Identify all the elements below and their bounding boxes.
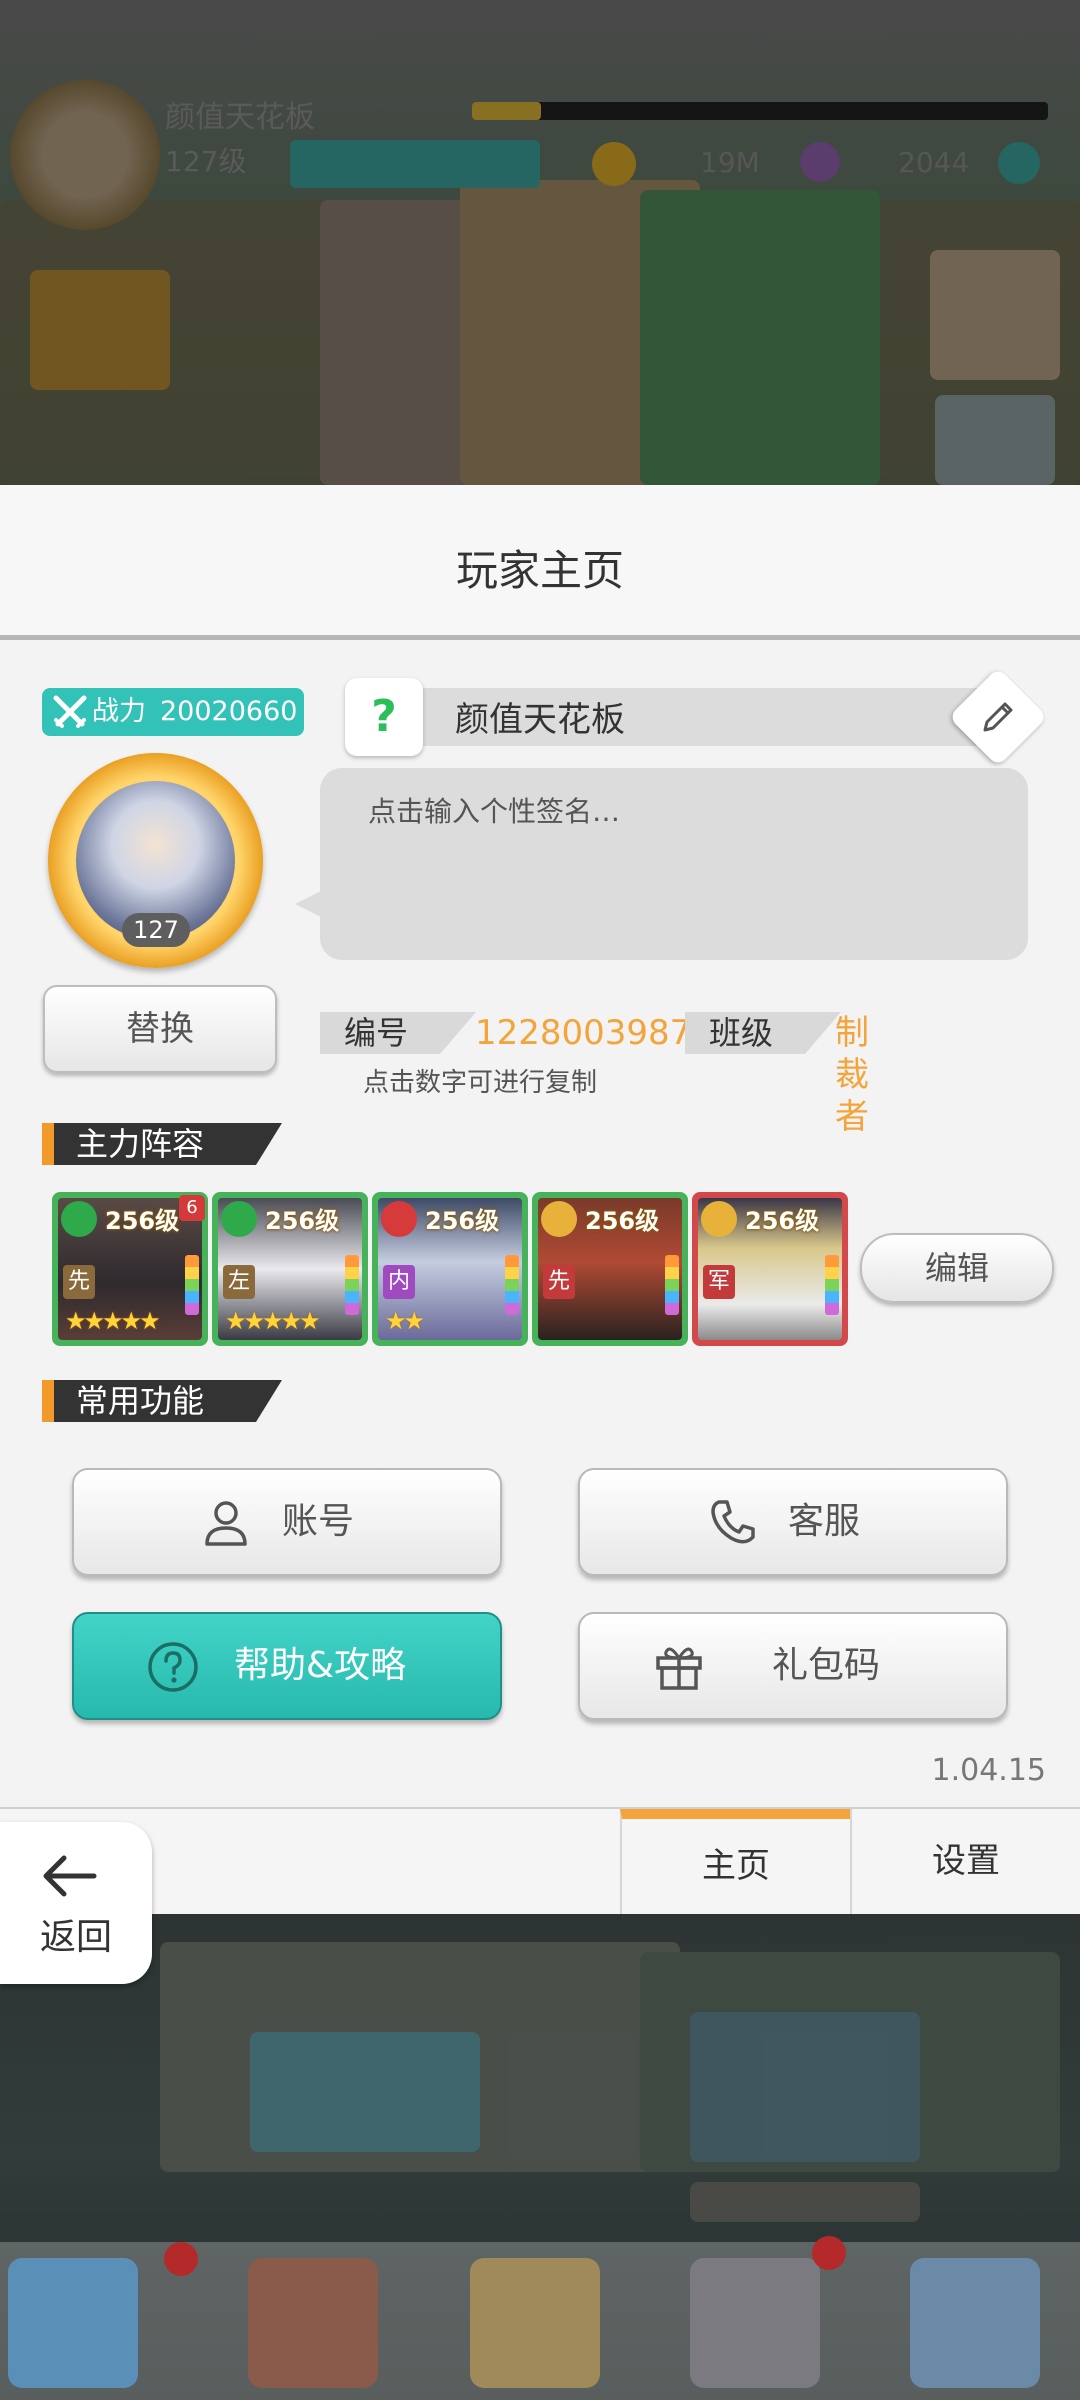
panel-tab-bar: 主页 设置	[0, 1807, 1080, 1914]
phone-icon	[711, 1500, 755, 1544]
hero-level: 256级	[265, 1207, 340, 1235]
hero-card[interactable]: 256级 军	[692, 1192, 848, 1346]
hero-stat-bars	[505, 1255, 519, 1315]
element-icon	[61, 1201, 97, 1237]
notification-dot	[164, 2242, 198, 2276]
class-value: 制裁者	[835, 1013, 869, 1137]
id-value[interactable]: 1228003987	[475, 1012, 691, 1054]
id-label: 编号	[320, 1012, 476, 1054]
hero-badge: 6	[179, 1195, 205, 1221]
element-icon	[541, 1201, 577, 1237]
hero-stars: ★★★★★	[225, 1307, 321, 1335]
power-label: 战力	[92, 696, 146, 727]
player-profile-panel: 玩家主页 战力 20020660 127 ? 颜值天花板 点击输入个性签名… 替…	[0, 485, 1080, 1914]
element-icon	[381, 1201, 417, 1237]
user-icon	[205, 1501, 247, 1546]
background-game-top: 颜值天花板 127级 19M 2044	[0, 0, 1080, 485]
edit-lineup-button[interactable]: 编辑	[860, 1233, 1054, 1303]
hero-position: 内	[383, 1265, 415, 1299]
account-label: 账号	[282, 1501, 355, 1542]
power-value: 20020660	[160, 696, 298, 727]
hero-stars: ★★	[385, 1307, 425, 1335]
hero-stat-bars	[665, 1255, 679, 1315]
arrow-left-icon	[43, 1855, 97, 1897]
hero-stat-bars	[825, 1255, 839, 1315]
hero-level: 256级	[745, 1207, 820, 1235]
lineup-title: 主力阵容	[54, 1123, 282, 1165]
element-icon	[221, 1201, 257, 1237]
customer-service-label: 客服	[788, 1501, 861, 1542]
gift-icon	[656, 1647, 702, 1690]
customer-service-button[interactable]: 客服	[578, 1468, 1008, 1576]
nav-shop-icon[interactable]	[248, 2258, 378, 2388]
version-text: 1.04.15	[931, 1753, 1046, 1788]
swap-avatar-button[interactable]: 替换	[43, 985, 277, 1073]
page-title: 玩家主页	[455, 546, 624, 595]
game-bottom-nav	[0, 2236, 1080, 2400]
element-icon	[701, 1201, 737, 1237]
hero-stat-bars	[345, 1255, 359, 1315]
hero-position: 左	[223, 1265, 255, 1299]
class-label: 班级	[685, 1012, 841, 1054]
power-badge: 战力 20020660	[42, 688, 304, 736]
crossed-swords-icon	[53, 695, 87, 728]
player-avatar[interactable]: 127	[48, 753, 263, 968]
help-guide-label: 帮助&攻略	[234, 1645, 407, 1686]
panel-header: 玩家主页	[0, 485, 1080, 640]
question-icon	[148, 1642, 198, 1692]
nav-home-icon[interactable]	[8, 2258, 138, 2388]
back-button[interactable]: 返回	[0, 1822, 152, 1984]
tab-home[interactable]: 主页	[620, 1809, 850, 1914]
signature-input[interactable]: 点击输入个性签名…	[320, 768, 1028, 960]
hero-level: 256级	[425, 1207, 500, 1235]
pencil-icon	[983, 702, 1013, 732]
functions-section-title: 常用功能	[42, 1380, 282, 1422]
hero-card[interactable]: 256级 先	[532, 1192, 688, 1346]
hero-stars: ★★★★★	[65, 1307, 161, 1335]
signature-placeholder: 点击输入个性签名…	[368, 795, 621, 828]
signature-tail	[295, 890, 323, 918]
tab-settings[interactable]: 设置	[850, 1809, 1080, 1914]
hero-position: 军	[703, 1265, 735, 1299]
hero-card[interactable]: 256级 左 ★★★★★	[212, 1192, 368, 1346]
notification-dot	[812, 2236, 846, 2270]
hero-stat-bars	[185, 1255, 199, 1315]
gift-code-button[interactable]: 礼包码	[578, 1612, 1008, 1720]
functions-title: 常用功能	[54, 1380, 282, 1422]
hero-card[interactable]: 256级 内 ★★	[372, 1192, 528, 1346]
nav-hero-icon[interactable]	[470, 2258, 600, 2388]
back-label: 返回	[39, 1917, 112, 1958]
hero-position: 先	[63, 1265, 95, 1299]
nav-chat-icon[interactable]	[910, 2258, 1040, 2388]
gift-code-label: 礼包码	[772, 1645, 881, 1686]
hero-position: 先	[543, 1265, 575, 1299]
lineup-section-title: 主力阵容	[42, 1123, 282, 1165]
help-guide-button[interactable]: 帮助&攻略	[72, 1612, 502, 1720]
copy-hint: 点击数字可进行复制	[363, 1068, 598, 1098]
name-row: ? 颜值天花板	[345, 667, 1048, 767]
name-help-button[interactable]: ?	[345, 678, 423, 756]
avatar-level: 127	[122, 913, 190, 947]
nav-cards-icon[interactable]	[690, 2258, 820, 2388]
hero-level: 256级	[105, 1207, 180, 1235]
player-name: 颜值天花板	[455, 700, 625, 740]
account-button[interactable]: 账号	[72, 1468, 502, 1576]
hero-card[interactable]: 256级 先 ★★★★★ 6	[52, 1192, 208, 1346]
hero-level: 256级	[585, 1207, 660, 1235]
